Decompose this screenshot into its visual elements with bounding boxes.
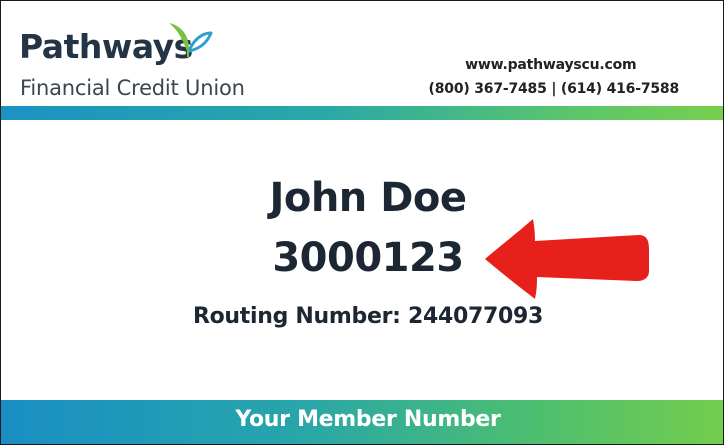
header-gradient-stripe	[1, 106, 723, 120]
logo-subtitle: Financial Credit Union	[20, 76, 245, 100]
pathways-logo: Pathways Financial Credit Union	[19, 19, 319, 109]
website-link[interactable]: www.pathwayscu.com	[429, 53, 673, 77]
footer-label: Your Member Number	[235, 407, 501, 432]
phone-numbers: (800) 367-7485 | (614) 416-7588	[428, 81, 680, 97]
footer-band: Your Member Number	[1, 400, 723, 444]
routing-number: Routing Number: 244077093	[192, 304, 544, 329]
leaf-sprout-icon	[169, 23, 213, 57]
member-card: Pathways Financial Credit Union www.path…	[0, 0, 724, 445]
contact-block: www.pathwayscu.com (800) 367-7485 | (614…	[428, 53, 680, 101]
red-arrow-left-icon	[485, 219, 649, 299]
